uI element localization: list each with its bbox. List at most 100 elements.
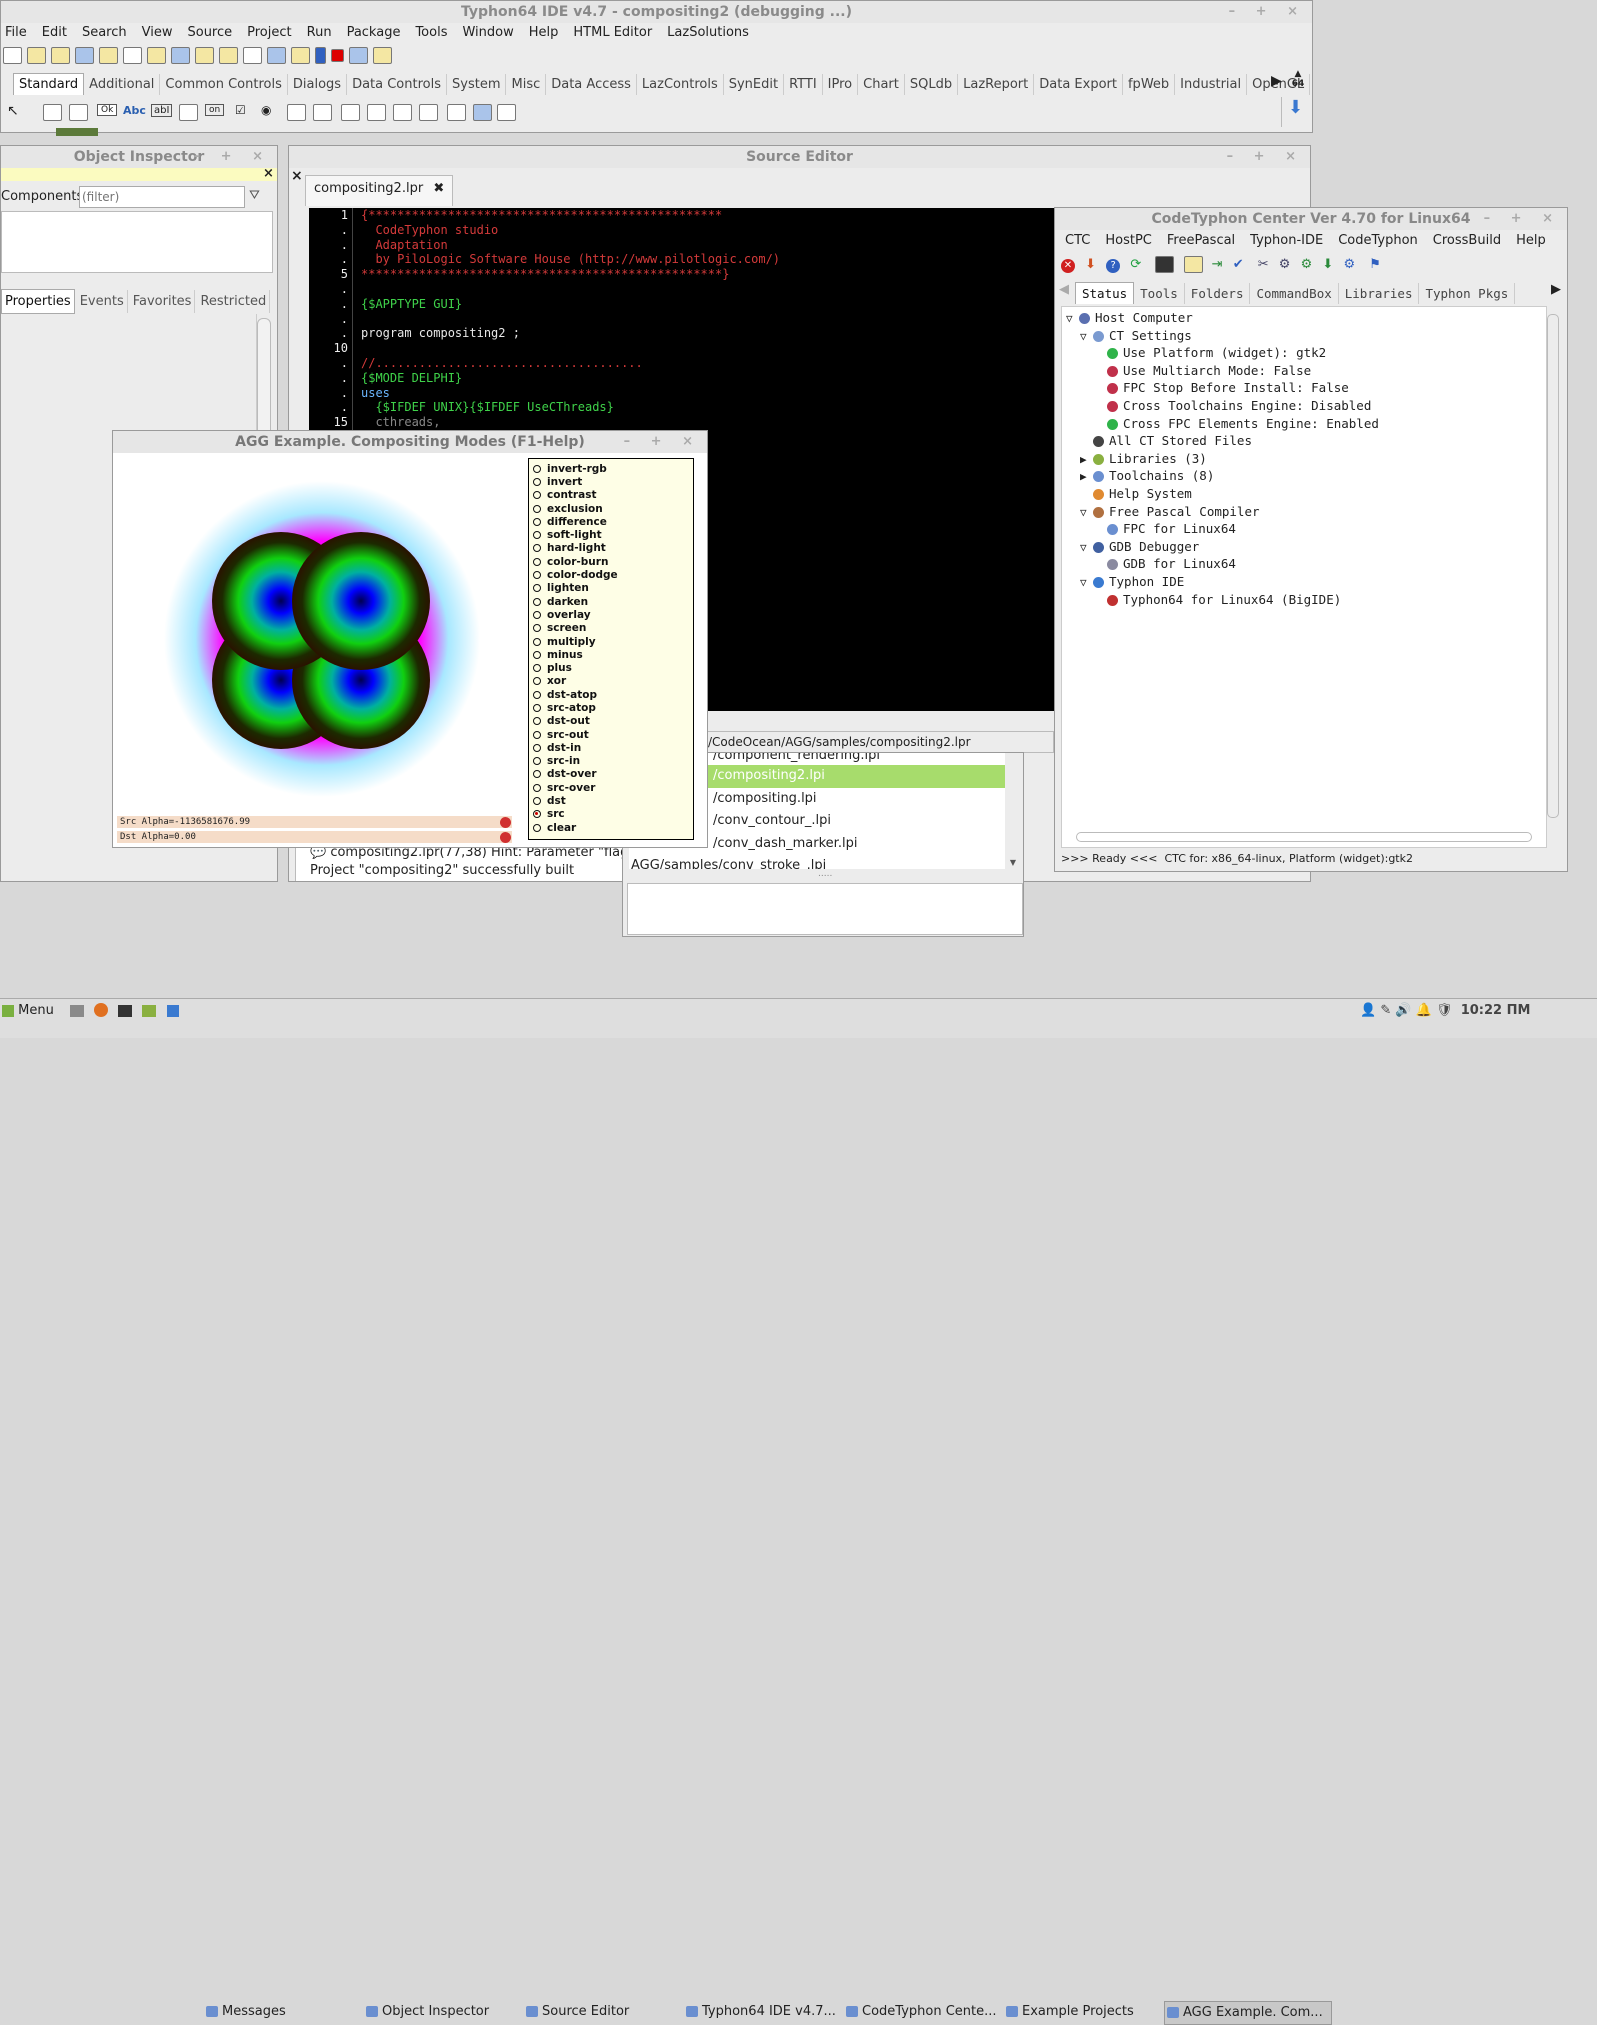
dst-alpha-slider[interactable]: Dst Alpha=0.00 [117,831,512,843]
tree-node[interactable]: Cross Toolchains Engine: Disabled [1066,397,1379,415]
export-icon[interactable]: ⇥ [1212,257,1223,272]
volume-icon[interactable]: 🔊 [1395,1003,1411,1018]
menu-item[interactable]: Search [82,25,127,40]
menu-item[interactable]: Edit [42,25,67,40]
components-tree[interactable] [1,211,273,273]
tree-expander-icon[interactable]: ▽ [1080,539,1093,557]
edit-icon[interactable]: abI [151,104,173,117]
network-icon[interactable]: ✎ [1380,1003,1391,1018]
inspector-tab[interactable]: Restricted [197,290,271,313]
radiogroup-icon[interactable] [393,104,412,121]
stop-icon[interactable]: ✕ [1061,259,1075,273]
mode-radio-src[interactable]: src [529,808,693,821]
palette-tab[interactable]: Standard [13,73,85,95]
button-icon[interactable]: Ok [97,104,118,116]
new-form-icon[interactable] [195,47,214,64]
tools-icon[interactable]: ✂ [1258,257,1269,272]
palette-tab[interactable]: Common Controls [160,74,288,95]
palette-tab[interactable]: IPro [823,74,859,95]
install-icon[interactable]: ⬇ [1322,257,1333,272]
ctc-menu-item[interactable]: CrossBuild [1433,233,1501,248]
editor-tab[interactable]: compositing2.lpr ✖ [305,175,454,206]
taskbar-task[interactable]: AGG Example. Com... [1164,2001,1332,2025]
popupmenu-icon[interactable] [69,104,88,121]
ctc-menu-item[interactable]: Typhon-IDE [1250,233,1323,248]
tree-expander-icon[interactable]: ▽ [1080,574,1093,592]
mode-radio-src-over[interactable]: src-over [529,781,693,794]
mode-radio-dst-out[interactable]: dst-out [529,715,693,728]
terminal-icon[interactable] [1155,256,1175,273]
listbox-icon[interactable] [287,104,306,121]
tree-vscrollbar[interactable] [1547,314,1559,818]
mode-radio-invert-rgb[interactable]: invert-rgb [529,462,693,475]
palette-tab[interactable]: Misc [506,74,547,95]
radiobutton-icon[interactable]: ◉ [261,103,271,117]
menu-item[interactable]: Project [247,25,291,40]
tree-node[interactable]: ▽ GDB Debugger [1066,538,1379,556]
filter-icon[interactable]: ⛛ [249,188,260,203]
files-icon[interactable] [142,1005,157,1017]
palette-tab[interactable]: fpWeb [1123,74,1176,95]
view-forms-icon[interactable] [267,47,286,64]
mode-radio-dst-atop[interactable]: dst-atop [529,688,693,701]
mode-radio-hard-light[interactable]: hard-light [529,542,693,555]
down-arrow-icon[interactable]: ⬇ [1288,97,1303,118]
menu-item[interactable]: Source [187,25,232,40]
mode-radio-clear[interactable]: clear [529,821,693,834]
editor-close-icon[interactable]: × [291,168,303,184]
start-menu-button[interactable]: Menu [2,1003,54,1018]
components-filter-input[interactable] [79,186,245,208]
palette-tab[interactable]: Dialogs [288,74,348,95]
taskbar-task[interactable]: CodeTyphon Cente... [844,2001,997,2023]
toggle-form-icon[interactable] [219,47,238,64]
show-desktop-icon[interactable] [70,1005,84,1017]
tree-node[interactable]: Use Platform (widget): gtk2 [1066,344,1379,362]
combobox-icon[interactable] [313,104,332,121]
ctc64-icon[interactable]: ⚑ [1369,257,1381,272]
palette-tab[interactable]: Data Access [546,74,637,95]
palette-tab[interactable]: Data Controls [347,74,447,95]
pointer-icon[interactable]: ↖ [7,103,19,119]
palette-tab[interactable]: Data Export [1034,74,1123,95]
taskbar-task[interactable]: Source Editor [524,2001,629,2023]
build-message[interactable]: Project "compositing2" successfully buil… [296,862,626,880]
ctc-tab[interactable]: Status [1075,282,1135,304]
menu-item[interactable]: Package [347,25,401,40]
window-controls[interactable]: – + × [1229,1,1306,23]
tree-node[interactable]: ▽ Typhon IDE [1066,573,1379,591]
close-icon[interactable] [171,47,190,64]
tree-node[interactable]: Use Multiarch Mode: False [1066,362,1379,380]
mode-radio-color-burn[interactable]: color-burn [529,555,693,568]
ctc-tabs-scroll-right[interactable]: ▶ [1551,282,1561,297]
tree-hscrollbar[interactable] [1076,832,1532,842]
build-icon[interactable]: ⚙ [1301,257,1313,272]
inspector-close-icon[interactable]: × [263,166,274,181]
status-tree[interactable]: ▽ Host Computer ▽ CT Settings Use Platform (… [1066,309,1379,608]
tree-expander-icon[interactable]: ▽ [1080,328,1093,346]
inspector-tab[interactable]: Favorites [130,290,196,313]
palette-tab[interactable]: SynEdit [724,74,785,95]
typhon-launcher-icon[interactable] [166,1005,179,1017]
save-as-icon[interactable] [147,47,166,64]
tree-node[interactable]: Cross FPC Elements Engine: Enabled [1066,415,1379,433]
menu-item[interactable]: Window [462,25,513,40]
tree-node[interactable]: ▶ Libraries (3) [1066,450,1379,468]
ctc-tab[interactable]: Folders [1185,283,1251,304]
splitter-handle[interactable]: ..... [818,869,832,879]
checkbox-icon[interactable]: ☑ [235,103,246,117]
tree-node[interactable]: ▶ Toolchains (8) [1066,467,1379,485]
new-unit-icon[interactable] [27,47,46,64]
menu-item[interactable]: HTML Editor [573,25,652,40]
groupbox-icon[interactable] [367,104,386,121]
step-into-icon[interactable] [349,47,368,64]
toggle-icon[interactable]: on [205,104,225,116]
palette-tab[interactable]: Industrial [1175,74,1248,95]
list-scrollbar[interactable]: ▼ [1007,753,1019,869]
ctc-tab[interactable]: CommandBox [1250,283,1339,304]
menu-item[interactable]: Run [307,25,332,40]
ctc-tabs-scroll-left[interactable]: ◀ [1059,282,1069,297]
update-icon[interactable]: 🔔 [1416,1003,1432,1018]
palette-tab[interactable]: SQLdb [905,74,959,95]
firefox-icon[interactable] [94,1003,109,1017]
mode-radio-lighten[interactable]: lighten [529,582,693,595]
